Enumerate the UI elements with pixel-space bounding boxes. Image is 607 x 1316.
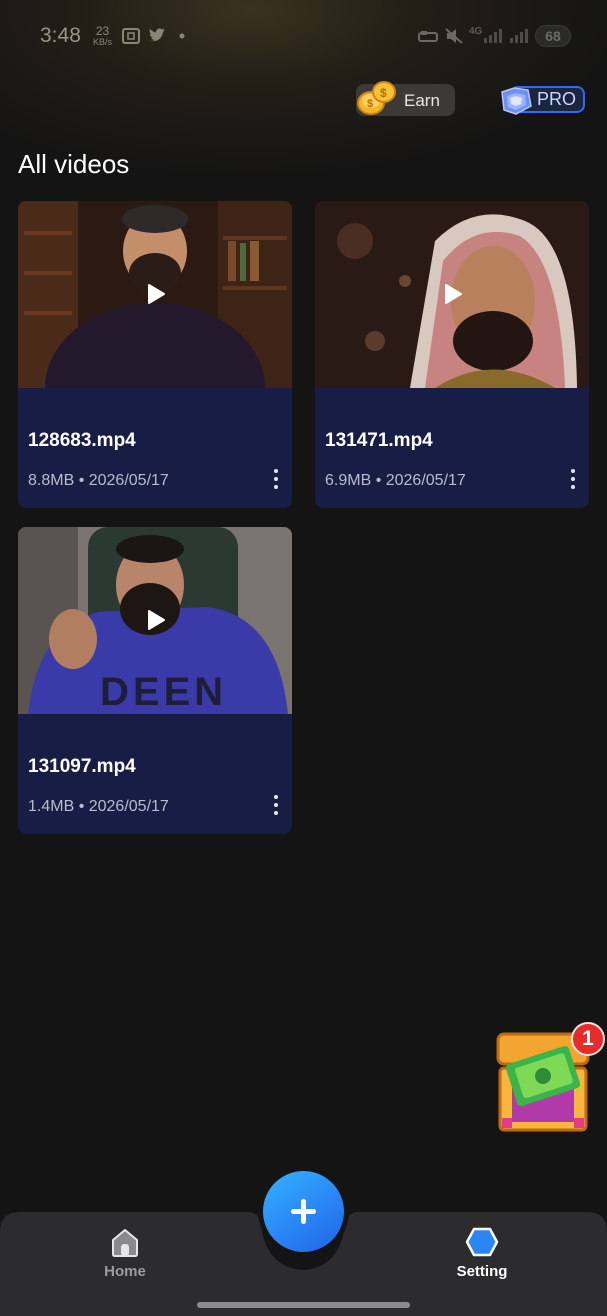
coins-icon: $ $ xyxy=(357,81,396,115)
video-name: 128683.mp4 xyxy=(28,430,136,451)
battery-level: 68 xyxy=(545,28,561,44)
video-card[interactable]: DEEN 131097.mp4 1.4MB • 2026/05/17 xyxy=(18,527,292,834)
video-meta: 8.8MB • 2026/05/17 xyxy=(28,472,169,489)
nav-setting[interactable]: Setting xyxy=(446,1226,518,1288)
mute-icon xyxy=(445,28,463,44)
video-thumbnail[interactable] xyxy=(18,201,292,388)
svg-text:$: $ xyxy=(367,98,373,110)
video-card[interactable]: 128683.mp4 8.8MB • 2026/05/17 xyxy=(18,201,292,508)
battery-icon: 68 xyxy=(535,25,571,47)
video-thumbnail[interactable]: DEEN xyxy=(18,527,292,714)
network-speed-value: 23 xyxy=(95,24,110,38)
network-type: 4G xyxy=(469,26,483,37)
video-name: 131097.mp4 xyxy=(28,756,136,777)
video-name: 131471.mp4 xyxy=(325,430,433,451)
video-thumbnail[interactable] xyxy=(315,201,589,388)
plus-icon xyxy=(291,1199,316,1224)
more-options-icon[interactable] xyxy=(270,467,282,493)
pro-button[interactable]: PRO xyxy=(498,84,585,115)
dot-icon xyxy=(179,33,185,39)
network-speed-unit: KB/s xyxy=(93,37,113,47)
status-time: 3:48 xyxy=(40,24,81,47)
play-icon[interactable] xyxy=(142,281,168,307)
nav-home-label: Home xyxy=(104,1263,146,1280)
more-options-icon[interactable] xyxy=(270,793,282,819)
status-bar: 3:48 23 KB/s 4G 68 xyxy=(0,0,607,72)
svg-text:$: $ xyxy=(380,86,387,100)
settings-icon xyxy=(465,1227,499,1257)
page-title: All videos xyxy=(18,149,130,179)
signal-icon xyxy=(484,29,528,43)
home-indicator[interactable] xyxy=(197,1302,410,1308)
add-video-button[interactable] xyxy=(263,1171,344,1252)
screenshot-icon xyxy=(122,28,140,44)
more-options-icon[interactable] xyxy=(567,467,579,493)
alarm-icon xyxy=(418,31,438,42)
twitter-icon xyxy=(149,28,165,42)
play-icon[interactable] xyxy=(142,607,168,633)
notification-badge: 1 xyxy=(571,1022,605,1056)
nav-home[interactable]: Home xyxy=(90,1226,160,1288)
earn-button[interactable]: $ $ Earn xyxy=(356,81,455,116)
video-meta: 6.9MB • 2026/05/17 xyxy=(325,472,466,489)
nav-setting-label: Setting xyxy=(456,1263,508,1280)
video-card[interactable]: 131471.mp4 6.9MB • 2026/05/17 xyxy=(315,201,589,508)
video-meta: 1.4MB • 2026/05/17 xyxy=(28,798,169,815)
home-icon xyxy=(112,1229,138,1257)
shirt-text: DEEN xyxy=(100,670,227,714)
play-icon[interactable] xyxy=(439,281,465,307)
network-speed: 23 KB/s xyxy=(93,25,112,47)
earn-label: Earn xyxy=(404,91,440,110)
pro-label: PRO xyxy=(537,89,577,109)
crown-icon xyxy=(501,87,532,115)
